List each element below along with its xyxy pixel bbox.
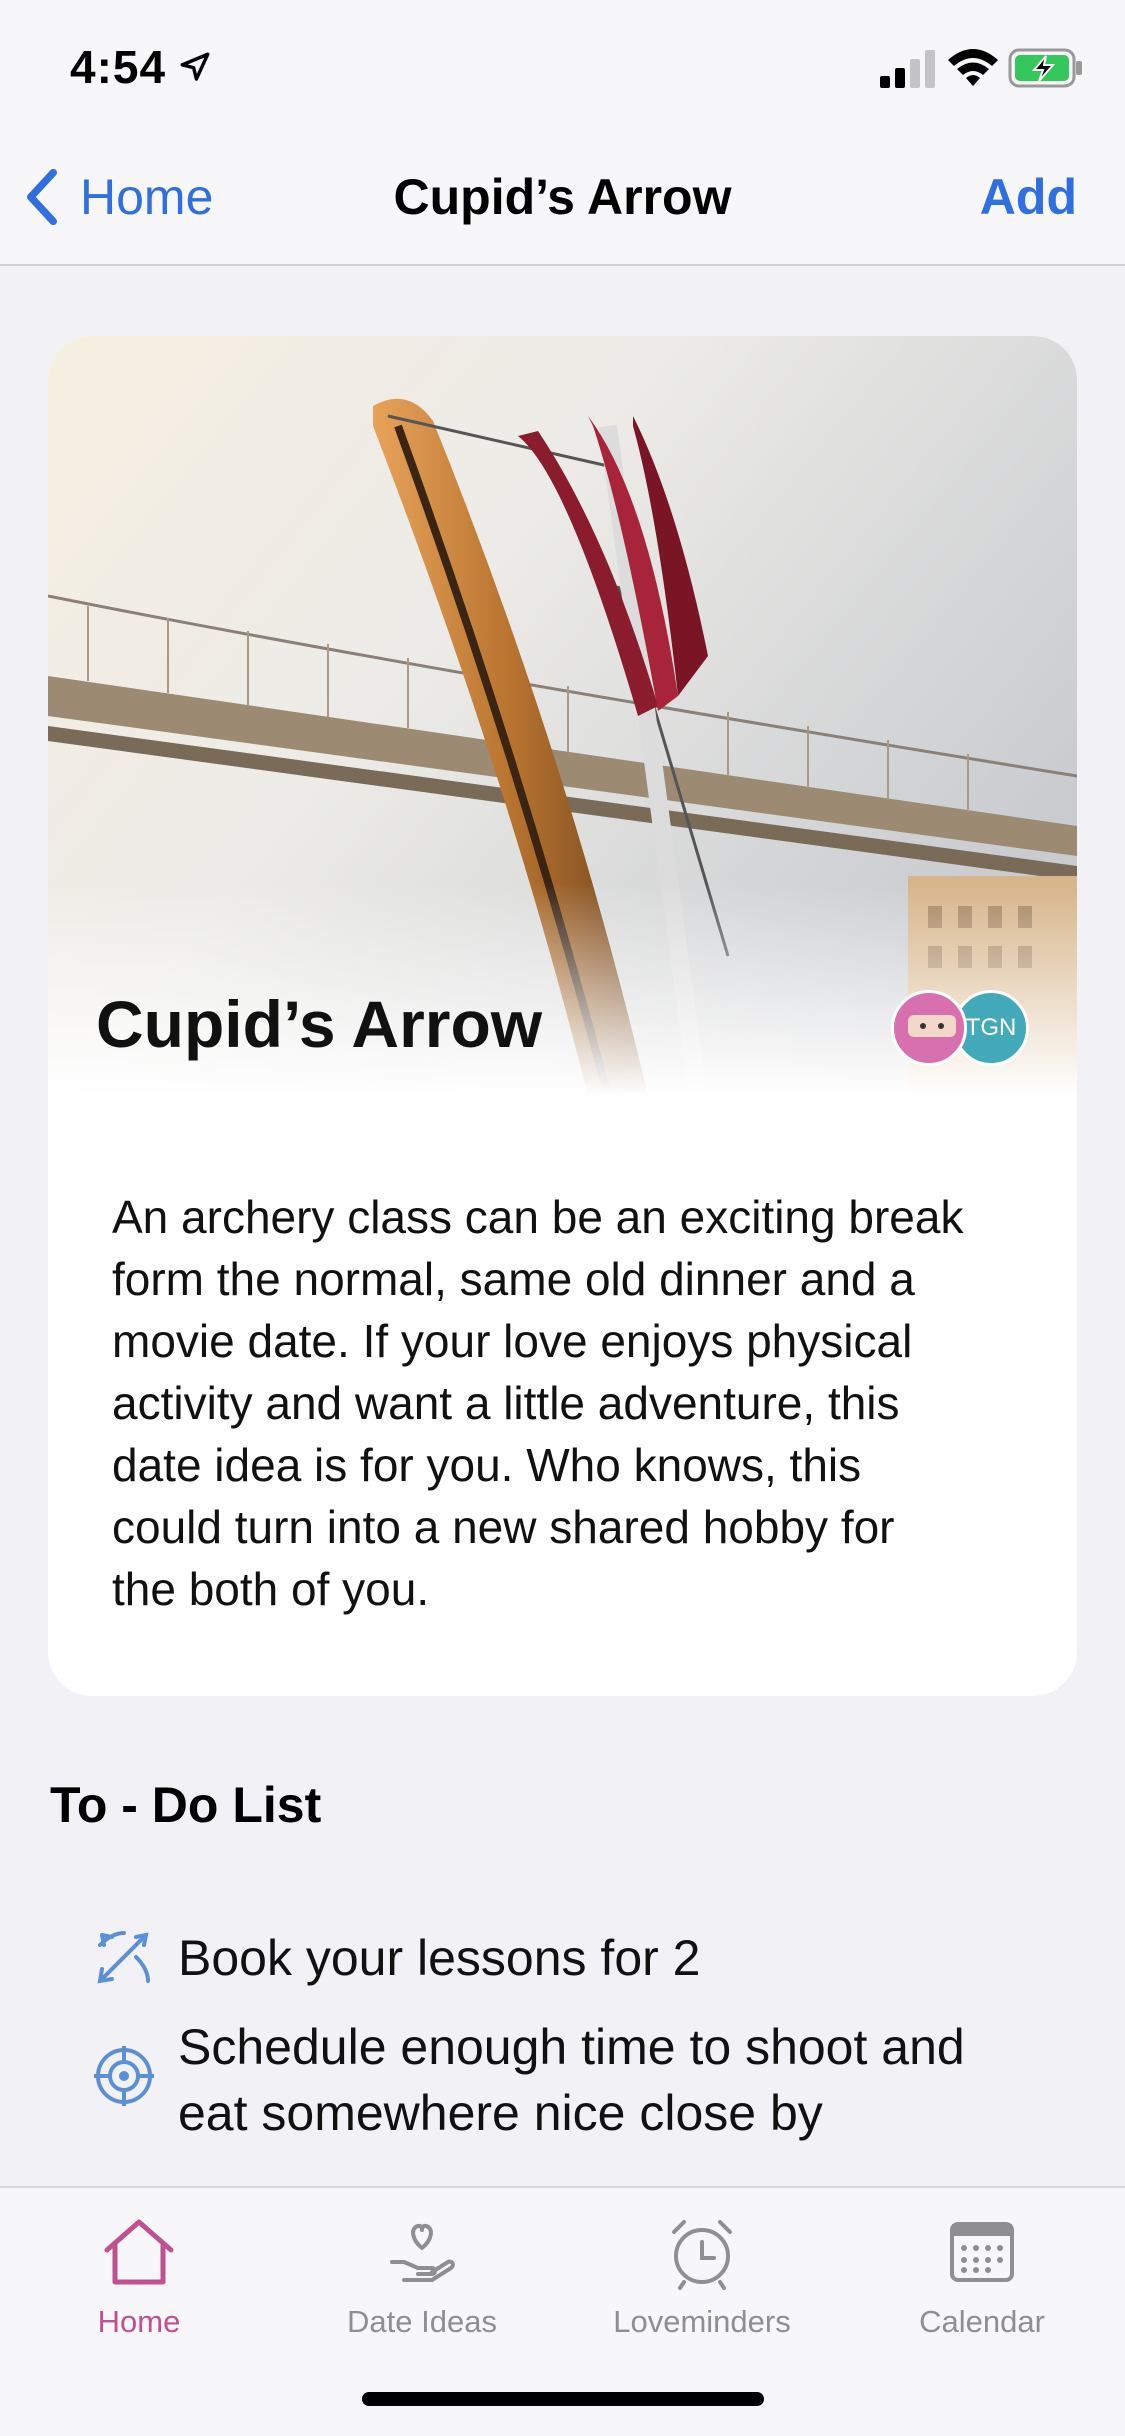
card-description: An archery class can be an exciting brea… [112, 1191, 964, 1615]
archery-icon [97, 1931, 150, 1984]
tab-loveminders[interactable]: Loveminders [572, 2212, 832, 2340]
tab-label: Date Ideas [347, 2304, 497, 2339]
location-arrow-icon [180, 52, 210, 81]
status-bar: 4:54 [0, 0, 1125, 132]
participant-avatars: TGN [891, 990, 1029, 1066]
todo-item[interactable]: Schedule enough time to shoot and eat so… [92, 2014, 1078, 2146]
todo-section-title: To - Do List [50, 1777, 322, 1833]
battery-charging-icon [1008, 48, 1082, 88]
hero-image [48, 336, 1077, 1096]
target-icon [94, 2046, 154, 2106]
add-button[interactable]: Add [980, 168, 1077, 226]
tab-label: Calendar [919, 2304, 1045, 2339]
navigation-bar: Home Cupid’s Arrow Add [0, 132, 1125, 266]
todo-item-text: Book your lessons for 2 [178, 1930, 701, 1986]
cellular-signal-icon [880, 50, 935, 88]
home-indicator [362, 2392, 764, 2406]
todo-item-text: Schedule enough time to shoot and eat so… [178, 2019, 965, 2141]
ninja-avatar[interactable] [891, 990, 967, 1066]
wifi-icon [948, 49, 998, 86]
page-title: Cupid’s Arrow [393, 169, 732, 225]
alarm-clock-icon [672, 2220, 732, 2290]
calendar-icon [950, 2222, 1014, 2282]
tab-label: Home [97, 2304, 181, 2339]
status-time: 4:54 [70, 41, 167, 93]
date-idea-card: Cupid’s Arrow TGN An archery class can b… [48, 336, 1077, 1696]
tab-date-ideas[interactable]: Date Ideas [292, 2212, 552, 2340]
tab-calendar[interactable]: Calendar [852, 2212, 1112, 2340]
todo-item[interactable]: Book your lessons for 2 [92, 1925, 1078, 1991]
house-icon [104, 2219, 174, 2285]
tab-label: Loveminders [613, 2304, 791, 2339]
heart-hand-icon [390, 2223, 455, 2282]
tab-home[interactable]: Home [9, 2212, 269, 2340]
card-title: Cupid’s Arrow [96, 987, 543, 1061]
